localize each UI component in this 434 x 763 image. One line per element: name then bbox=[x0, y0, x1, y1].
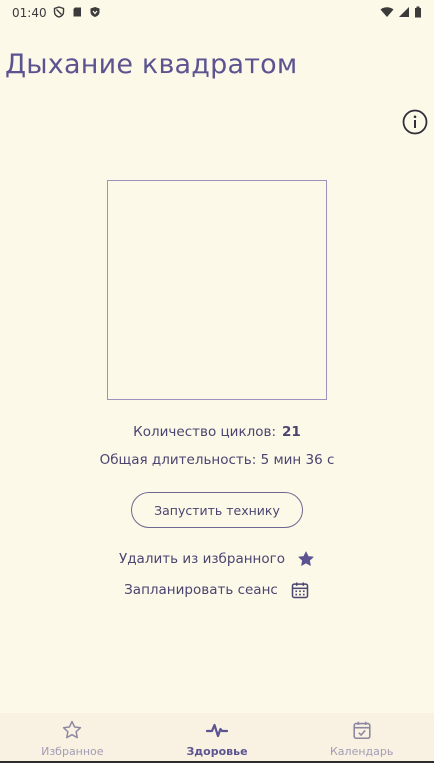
remove-favorite-label: Удалить из избранного bbox=[119, 551, 285, 567]
status-left: 01:40 bbox=[12, 5, 101, 21]
app-screen: 01:40 Дыхание квадратом Количество цикло… bbox=[0, 0, 434, 763]
remove-favorite-button[interactable]: Удалить из избранного bbox=[0, 550, 434, 568]
nav-label-health: Здоровье bbox=[186, 745, 248, 758]
schedule-session-button[interactable]: Запланировать сеанс bbox=[0, 580, 434, 600]
nav-item-favorites[interactable]: Избранное bbox=[0, 713, 145, 763]
battery-icon bbox=[414, 6, 422, 21]
vpn-shield-icon bbox=[53, 5, 65, 21]
status-bar: 01:40 bbox=[0, 0, 434, 26]
nav-label-calendar: Календарь bbox=[330, 745, 394, 758]
total-duration: Общая длительность: 5 мин 36 с bbox=[99, 452, 335, 468]
shield-badge-icon bbox=[89, 6, 101, 21]
signal-icon bbox=[398, 6, 410, 21]
calendar-check-icon bbox=[353, 721, 371, 740]
status-right bbox=[380, 6, 422, 21]
star-filled-icon bbox=[298, 551, 314, 566]
cycles-count: Количество циклов: 21 bbox=[0, 424, 434, 440]
cycles-value: 21 bbox=[282, 424, 301, 440]
calendar-icon bbox=[291, 582, 309, 599]
page-title: Дыхание квадратом bbox=[5, 49, 298, 80]
cycles-label: Количество циклов: bbox=[133, 424, 277, 440]
schedule-session-label: Запланировать сеанс bbox=[124, 582, 278, 598]
star-outline-icon bbox=[63, 720, 82, 739]
wifi-icon bbox=[380, 6, 394, 21]
nav-item-health[interactable]: Здоровье bbox=[145, 713, 290, 763]
pulse-icon bbox=[205, 723, 229, 738]
status-time: 01:40 bbox=[12, 6, 47, 20]
info-icon bbox=[402, 109, 428, 135]
bottom-navigation: Избранное Здоровье Календарь bbox=[0, 713, 434, 763]
nav-item-calendar[interactable]: Календарь bbox=[289, 713, 434, 763]
sd-card-icon bbox=[71, 6, 83, 21]
breathing-square bbox=[107, 180, 327, 400]
start-technique-button[interactable]: Запустить технику bbox=[131, 492, 303, 528]
info-button[interactable] bbox=[401, 108, 429, 136]
nav-label-favorites: Избранное bbox=[41, 745, 104, 758]
